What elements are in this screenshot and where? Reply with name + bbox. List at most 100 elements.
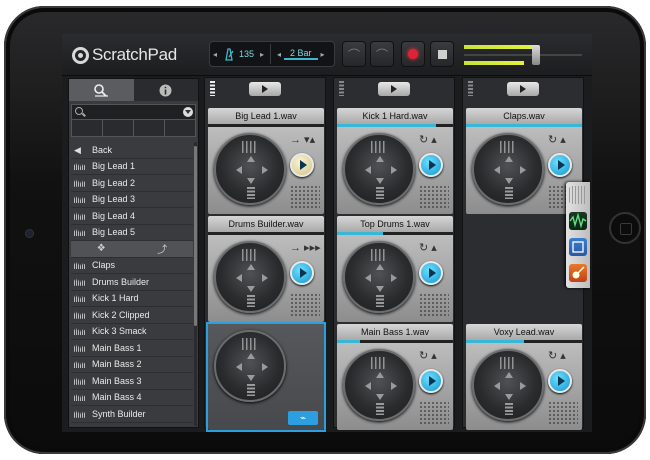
list-item[interactable]: Drums Builder [71,274,193,291]
transport-display[interactable]: ◂ 135 ▸ ◂ 2 Bar ▸ [209,41,335,67]
audiocopy-app-icon[interactable] [569,238,587,256]
back-button[interactable]: ◀ Back [71,142,193,159]
list-item[interactable]: Kick 3 Smack [71,324,193,340]
clip-body[interactable]: ⌁ [208,324,324,430]
list-item[interactable]: Kick 2 Clipped [71,307,193,324]
record-arm-icon[interactable]: ⌁ [288,411,318,425]
guitar-app-icon[interactable] [569,264,587,282]
clip-slot[interactable]: Top Drums 1.wav ↻ ▴ [337,216,453,322]
metronome-icon[interactable] [222,47,236,61]
clip-slot[interactable]: Drums Builder.wav → ▸▸▸ [208,216,324,322]
clip-pad-dial[interactable] [214,330,286,402]
list-item[interactable]: Big Lead 3 [71,192,193,208]
clip-pad-dial[interactable] [343,349,415,421]
stop-button[interactable] [430,41,454,67]
clip-body[interactable]: ↻ ▴ [337,235,453,322]
clip-slot[interactable]: Main Bass 1.wav ↻ ▴ [337,324,453,430]
list-item[interactable]: Big Lead 2 [71,175,193,192]
undo-button[interactable]: ⌒ [342,41,366,67]
clip-slot[interactable]: ⌁ [206,322,326,432]
filter-slot[interactable] [165,120,195,136]
column-play-button[interactable] [507,82,539,96]
redo-button[interactable]: ⌒ [370,41,394,67]
clip-play-button[interactable] [290,153,314,177]
dropbox-icon[interactable]: ❖ [97,243,106,254]
master-volume[interactable] [464,43,586,67]
playback-mode[interactable]: ↻ ▴ [419,241,437,254]
playback-mode[interactable]: ↻ ▴ [548,133,566,146]
clip-pad-dial[interactable] [343,133,415,205]
search-input[interactable] [71,104,196,120]
list-item[interactable]: Kick 1 Hard [71,291,193,307]
list-item[interactable]: Claps [71,258,193,274]
clip-play-button[interactable] [419,153,443,177]
playback-mode[interactable]: ↻ ▴ [548,349,566,362]
clip-play-button[interactable] [419,261,443,285]
clip-slot[interactable] [466,216,582,322]
clip-play-button[interactable] [548,153,572,177]
clip-body[interactable]: ↻ ▴ [337,127,453,214]
grid-view-icon[interactable] [569,186,587,204]
redo-icon: ⌒ [375,47,388,62]
list-item[interactable]: Synth Builder [71,406,193,423]
filter-slot[interactable] [72,120,103,136]
clip-pad-dial[interactable] [343,241,415,313]
browser-scrollbar[interactable] [194,142,197,426]
list-item[interactable]: Main Bass 4 [71,390,193,406]
clip-play-button[interactable] [548,369,572,393]
playback-mode[interactable]: ↻ ▴ [419,133,437,146]
home-button[interactable] [609,212,641,244]
clip-pad-dial[interactable] [472,349,544,421]
browser-tools-row[interactable]: ❖ ⤴ [71,241,193,258]
clip-title[interactable]: Main Bass 1.wav [337,324,453,340]
clip-body[interactable]: ↻ ▴ [337,343,453,430]
import-icon[interactable]: ⤴ [157,241,167,256]
clip-title[interactable]: Top Drums 1.wav [337,216,453,232]
playback-mode[interactable]: ↻ ▴ [419,349,437,362]
tempo-increase-icon[interactable]: ▸ [257,50,267,59]
list-item[interactable]: Big Lead 5 [71,225,193,241]
list-item[interactable]: Main Bass 1 [71,340,193,357]
clip-title[interactable]: Big Lead 1.wav [208,108,324,124]
clip-slot[interactable]: Voxy Lead.wav ↻ ▴ [466,324,582,430]
clip-body[interactable]: → ▾▴ [208,127,324,214]
clip-title[interactable]: Claps.wav [466,108,582,124]
playback-mode[interactable]: → ▸▸▸ [290,241,321,254]
filter-slot[interactable] [134,120,165,136]
clip-body[interactable]: ↻ ▴ [466,127,582,214]
clip-pad-dial[interactable] [214,133,286,205]
clip-slot[interactable]: Claps.wav ↻ ▴ [466,108,582,214]
tab-info[interactable] [133,79,198,101]
filter-slot[interactable] [103,120,134,136]
clip-slot[interactable]: Big Lead 1.wav → ▾▴ [208,108,324,214]
clip-title[interactable]: Kick 1 Hard.wav [337,108,453,124]
clip-body[interactable]: → ▸▸▸ [208,235,324,322]
record-button[interactable] [401,41,425,67]
list-item[interactable]: Big Lead 4 [71,208,193,225]
bars-decrease-icon[interactable]: ◂ [274,50,284,59]
list-item[interactable]: Main Bass 3 [71,373,193,390]
waveform-app-icon[interactable] [569,212,587,230]
clip-title[interactable]: Drums Builder.wav [208,216,324,232]
clip-pad-dial[interactable] [472,133,544,205]
playback-mode[interactable]: → ▾▴ [290,133,315,146]
tempo-decrease-icon[interactable]: ◂ [210,50,220,59]
column-play-button[interactable] [378,82,410,96]
list-item[interactable]: Big Lead 1 [71,159,193,175]
clip-slot[interactable]: Kick 1 Hard.wav ↻ ▴ [337,108,453,214]
clip-body[interactable]: ↻ ▴ [466,343,582,430]
bar-length[interactable]: 2 Bar [284,48,318,60]
list-item[interactable]: Main Bass 2 [71,357,193,373]
volume-slider-handle[interactable] [532,45,540,65]
bars-increase-icon[interactable]: ▸ [318,50,328,59]
dial-bars [505,187,513,199]
column-play-button[interactable] [249,82,281,96]
chevron-down-icon[interactable] [183,107,193,117]
clip-play-button[interactable] [419,369,443,393]
clip-body[interactable] [466,216,582,322]
clip-pad-dial[interactable] [214,241,286,313]
clip-title[interactable]: Voxy Lead.wav [466,324,582,340]
clip-play-button[interactable] [290,261,314,285]
tab-browse[interactable] [69,79,134,101]
tempo-value[interactable]: 135 [239,49,254,59]
